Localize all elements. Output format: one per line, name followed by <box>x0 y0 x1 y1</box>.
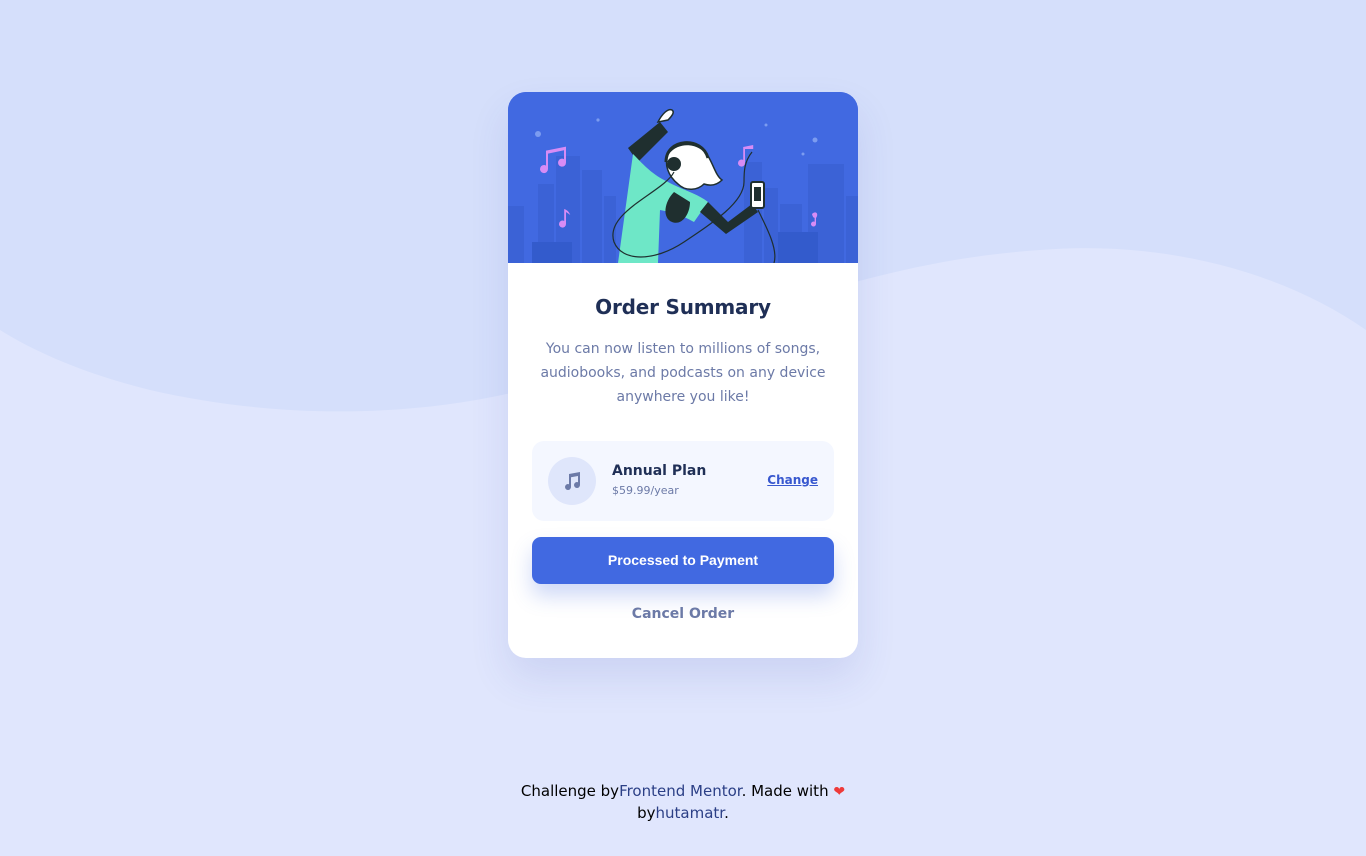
plan-price: $59.99/year <box>612 484 679 497</box>
frontend-mentor-link[interactable]: Frontend Mentor <box>619 782 742 800</box>
proceed-to-payment-button[interactable]: Processed to Payment <box>532 537 834 584</box>
summary-description: You can now listen to millions of songs,… <box>540 341 826 405</box>
attribution-footer: Challenge byFrontend Mentor. Made with ❤… <box>483 781 883 824</box>
author-link[interactable]: hutamatr <box>656 804 725 822</box>
hero-illustration <box>508 92 858 263</box>
order-summary-card: Order Summary You can now listen to mill… <box>508 92 858 658</box>
music-note-icon <box>548 457 596 505</box>
page-title: Order Summary <box>595 295 771 319</box>
heart-icon: ❤ <box>833 784 846 800</box>
plan-name: Annual Plan <box>612 463 707 479</box>
footer-middle: . Made with <box>741 782 829 800</box>
footer-prefix: Challenge by <box>520 782 620 800</box>
change-plan-link[interactable]: Change <box>767 473 818 487</box>
footer-end: . <box>724 804 729 822</box>
plan-summary: Annual Plan $59.99/year Change <box>532 441 834 521</box>
footer-line2-prefix: by <box>637 804 656 822</box>
cancel-order-button[interactable]: Cancel Order <box>508 606 858 622</box>
